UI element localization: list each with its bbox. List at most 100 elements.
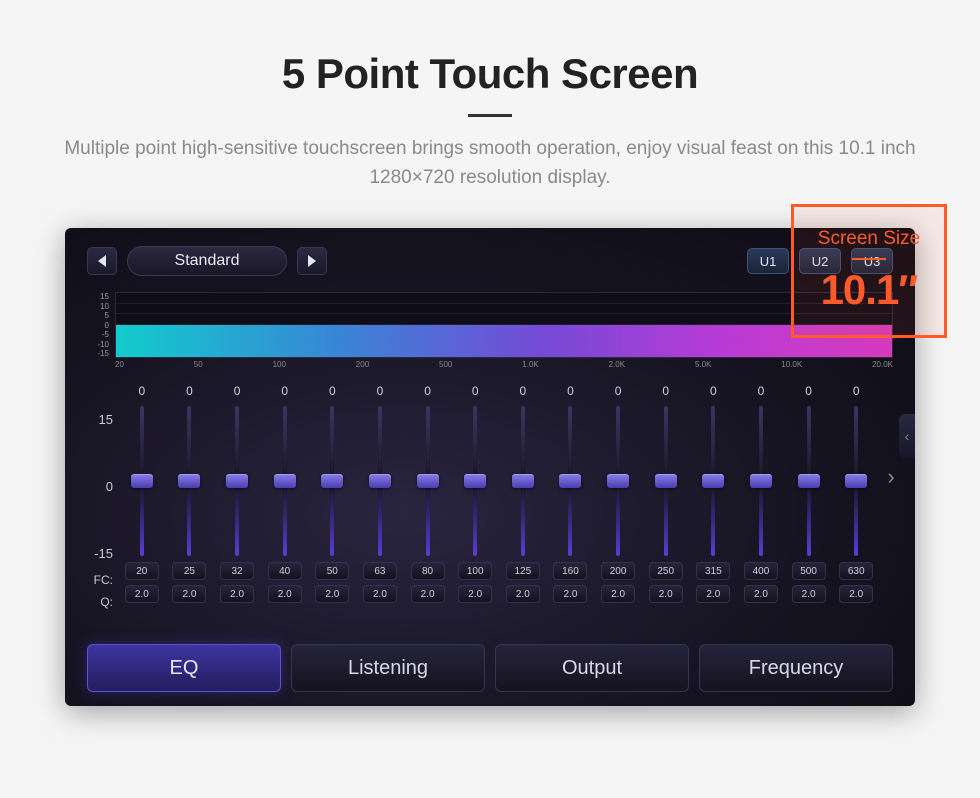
band-fc-chip[interactable]: 630: [839, 562, 873, 580]
band-fc-chip[interactable]: 125: [506, 562, 540, 580]
page-subtitle: Multiple point high-sensitive touchscree…: [0, 135, 980, 192]
band-gain-value: 0: [234, 384, 241, 402]
band-slider[interactable]: [133, 406, 151, 556]
band-slider[interactable]: [704, 406, 722, 556]
preset-next-button[interactable]: [297, 247, 327, 275]
band-gain-value: 0: [377, 384, 384, 402]
slider-thumb[interactable]: [369, 474, 391, 488]
tab-eq[interactable]: EQ: [87, 644, 281, 692]
band-slider[interactable]: [561, 406, 579, 556]
slider-thumb[interactable]: [798, 474, 820, 488]
fc-label: FC:: [94, 573, 113, 587]
band-q-chip[interactable]: 2.0: [649, 585, 683, 603]
band-slider[interactable]: [228, 406, 246, 556]
band-q-chip[interactable]: 2.0: [792, 585, 826, 603]
band-q-chip[interactable]: 2.0: [220, 585, 254, 603]
slider-thumb[interactable]: [559, 474, 581, 488]
spectrum-x-axis: 20501002005001.0K2.0K5.0K10.0K20.0K: [115, 360, 893, 369]
slider-thumb[interactable]: [321, 474, 343, 488]
eq-band: 0502.0: [310, 384, 356, 609]
slider-thumb[interactable]: [464, 474, 486, 488]
band-q-chip[interactable]: 2.0: [458, 585, 492, 603]
tab-frequency[interactable]: Frequency: [699, 644, 893, 692]
x-tick: 100: [273, 360, 286, 369]
slider-thumb[interactable]: [607, 474, 629, 488]
tab-output[interactable]: Output: [495, 644, 689, 692]
q-label: Q:: [100, 595, 113, 609]
title-underline: [468, 114, 512, 117]
band-fc-chip[interactable]: 25: [172, 562, 206, 580]
band-fc-chip[interactable]: 200: [601, 562, 635, 580]
band-slider[interactable]: [371, 406, 389, 556]
band-fc-chip[interactable]: 40: [268, 562, 302, 580]
slider-thumb[interactable]: [274, 474, 296, 488]
slider-thumb[interactable]: [702, 474, 724, 488]
band-fc-chip[interactable]: 100: [458, 562, 492, 580]
band-q-chip[interactable]: 2.0: [506, 585, 540, 603]
slider-thumb[interactable]: [845, 474, 867, 488]
band-fc-chip[interactable]: 80: [411, 562, 445, 580]
band-gain-value: 0: [472, 384, 479, 402]
band-q-chip[interactable]: 2.0: [363, 585, 397, 603]
chevron-right-icon: ›: [887, 464, 894, 490]
slider-thumb[interactable]: [226, 474, 248, 488]
spectrum-y-axis: 151050-5-10-15: [89, 292, 109, 358]
band-fc-chip[interactable]: 63: [363, 562, 397, 580]
band-fc-chip[interactable]: 500: [792, 562, 826, 580]
band-fc-chip[interactable]: 20: [125, 562, 159, 580]
y-tick: 15: [89, 292, 109, 301]
x-tick: 20: [115, 360, 124, 369]
triangle-right-icon: [307, 255, 317, 267]
band-q-chip[interactable]: 2.0: [553, 585, 587, 603]
scale-max: 15: [99, 412, 113, 427]
tab-listening[interactable]: Listening: [291, 644, 485, 692]
band-slider[interactable]: [800, 406, 818, 556]
slider-thumb[interactable]: [131, 474, 153, 488]
eq-band: 0 315 2.0: [691, 384, 737, 609]
band-gain-value: 0: [424, 384, 431, 402]
band-fc-chip[interactable]: 400: [744, 562, 778, 580]
eq-sliders: 15 0 -15 FC: Q: 0202.00252.00322.00402.0…: [87, 384, 903, 609]
slider-thumb[interactable]: [178, 474, 200, 488]
eq-band: 0 32 2.0: [214, 384, 260, 609]
band-slider[interactable]: [419, 406, 437, 556]
band-q-chip[interactable]: 2.0: [315, 585, 349, 603]
band-fc-chip[interactable]: 315: [696, 562, 730, 580]
band-gain-value: 0: [138, 384, 145, 402]
band-slider[interactable]: [466, 406, 484, 556]
side-panel-toggle[interactable]: ‹: [899, 414, 915, 458]
user-preset-u1-button[interactable]: U1: [747, 248, 789, 274]
band-fc-chip[interactable]: 160: [553, 562, 587, 580]
band-slider[interactable]: [323, 406, 341, 556]
band-fc-chip[interactable]: 250: [649, 562, 683, 580]
band-q-chip[interactable]: 2.0: [744, 585, 778, 603]
preset-prev-button[interactable]: [87, 247, 117, 275]
preset-name-button[interactable]: Standard: [127, 246, 287, 276]
slider-thumb[interactable]: [512, 474, 534, 488]
eq-band: 04002.0: [738, 384, 784, 609]
slider-thumb[interactable]: [750, 474, 772, 488]
band-q-chip[interactable]: 2.0: [125, 585, 159, 603]
band-q-chip[interactable]: 2.0: [839, 585, 873, 603]
band-slider[interactable]: [657, 406, 675, 556]
slider-thumb[interactable]: [655, 474, 677, 488]
slider-thumb[interactable]: [417, 474, 439, 488]
eq-band: 0402.0: [262, 384, 308, 609]
band-fc-chip[interactable]: 32: [220, 562, 254, 580]
band-fc-chip[interactable]: 50: [315, 562, 349, 580]
band-slider[interactable]: [180, 406, 198, 556]
band-q-chip[interactable]: 2.0: [268, 585, 302, 603]
band-q-chip[interactable]: 2.0: [696, 585, 730, 603]
band-slider[interactable]: [752, 406, 770, 556]
band-slider[interactable]: [276, 406, 294, 556]
band-slider[interactable]: [847, 406, 865, 556]
band-q-chip[interactable]: 2.0: [411, 585, 445, 603]
band-q-chip[interactable]: 2.0: [601, 585, 635, 603]
band-slider[interactable]: [514, 406, 532, 556]
x-tick: 200: [356, 360, 369, 369]
x-tick: 50: [194, 360, 203, 369]
spectrum-chart: 151050-5-10-15 20501002005001.0K2.0K5.0K…: [87, 292, 893, 374]
band-slider[interactable]: [609, 406, 627, 556]
band-gain-value: 0: [710, 384, 717, 402]
band-q-chip[interactable]: 2.0: [172, 585, 206, 603]
